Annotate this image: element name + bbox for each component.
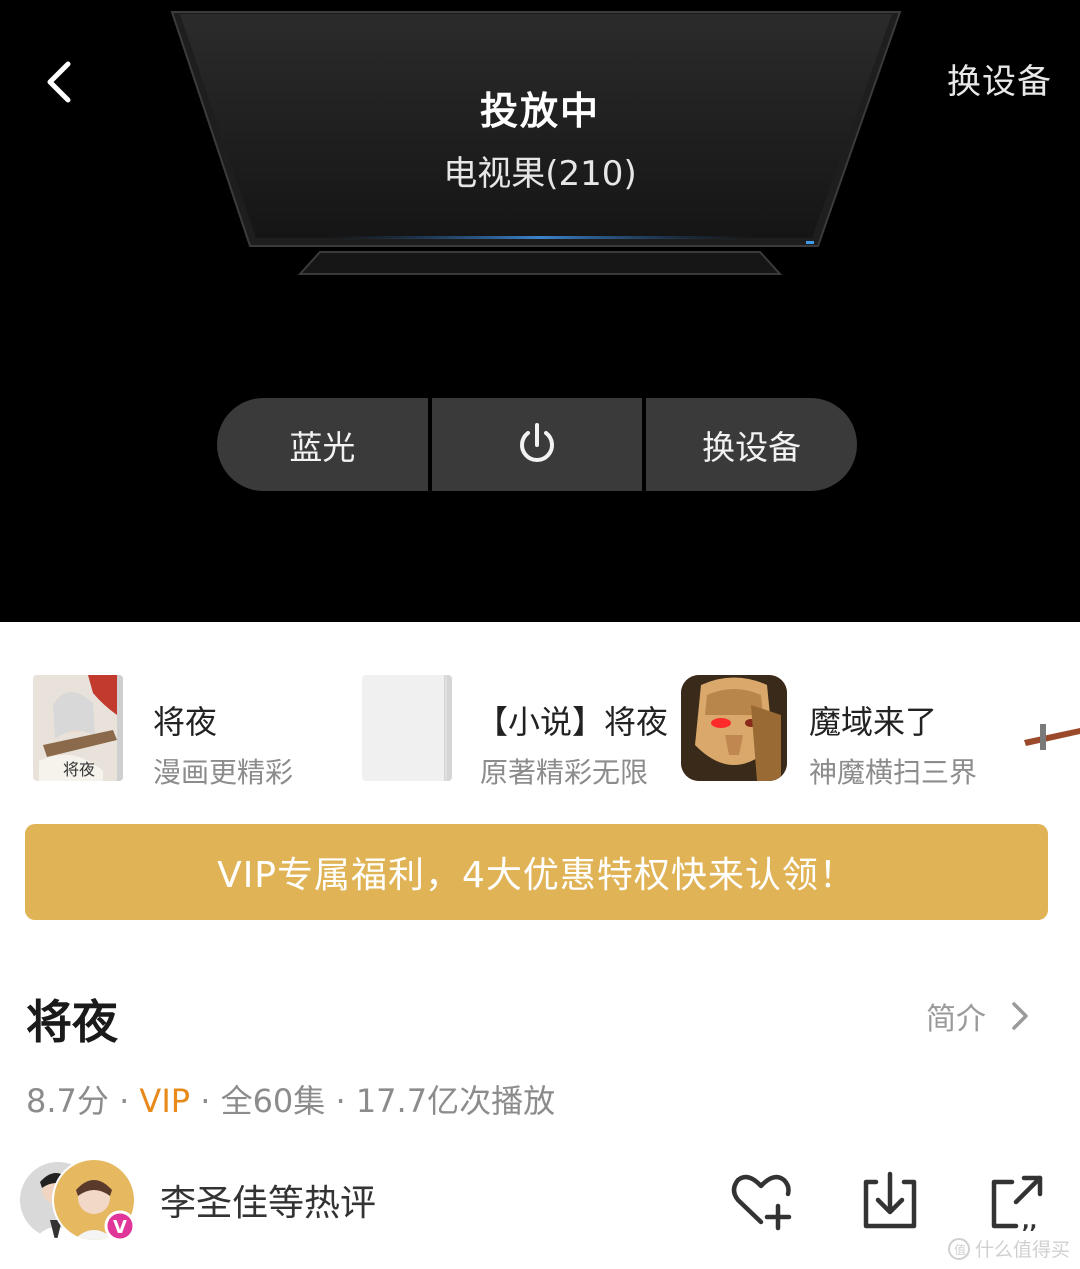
recommendation-subtitle: 漫画更精彩 <box>153 756 294 789</box>
show-title: 将夜 <box>26 995 118 1049</box>
show-meta: 8.7分 · VIP · 全60集 · 17.7亿次播放 <box>26 1082 556 1120</box>
share-icon: ,, <box>991 1175 1043 1233</box>
play-count: 17.7亿次播放 <box>355 1082 556 1120</box>
download-button[interactable] <box>860 1170 924 1232</box>
watermark: 值 什么值得买 <box>947 1235 1070 1262</box>
recommendation-subtitle: 原著精彩无限 <box>480 756 649 789</box>
show-score: 8.7分 <box>26 1082 109 1120</box>
power-button[interactable] <box>431 398 643 491</box>
recommendation-item-comic[interactable]: 将夜 将夜 漫画更精彩 <box>33 675 333 789</box>
vip-tag: VIP <box>139 1082 191 1120</box>
recommendation-title: 魔域来了 <box>809 703 938 741</box>
novel-cover-thumbnail <box>362 675 452 781</box>
game-icon <box>681 675 787 781</box>
favorite-add-icon <box>731 1174 792 1231</box>
recommendation-item-novel[interactable]: 【小说】将夜 原著精彩无限 <box>362 675 672 789</box>
download-icon <box>863 1171 917 1229</box>
recommendation-title: 【小说】将夜 <box>476 703 669 741</box>
share-button[interactable]: ,, <box>988 1170 1052 1233</box>
next-recommendation-thumbnail[interactable] <box>1020 710 1080 760</box>
favorite-button[interactable] <box>728 1170 792 1232</box>
cast-device-name: 电视果(210) <box>443 154 637 194</box>
recommendation-strip: 将夜 将夜 漫画更精彩 【小说】将夜 原著精彩无限 魔域来了 神魔横扫三界 <box>0 660 1080 800</box>
cast-panel: 换设备 投放中 电视果(210) 蓝光 换设备 <box>0 0 1080 622</box>
svg-text:V: V <box>113 1217 127 1238</box>
recommendation-title: 将夜 <box>153 703 218 741</box>
intro-link[interactable]: 简介 <box>926 994 1040 1038</box>
quality-button[interactable]: 蓝光 <box>217 398 428 491</box>
intro-label: 简介 <box>926 1002 986 1037</box>
recommendation-subtitle: 神魔横扫三界 <box>809 756 978 789</box>
episode-count: 全60集 <box>220 1082 326 1120</box>
reviewer-avatars[interactable]: V <box>20 1158 140 1244</box>
hot-reviews-link[interactable]: 李圣佳等热评 <box>160 1174 376 1226</box>
watermark-logo-icon: 值 <box>947 1237 970 1260</box>
svg-text:,,: ,, <box>1022 1209 1037 1232</box>
svg-text:将夜: 将夜 <box>63 760 95 779</box>
power-icon <box>520 422 554 462</box>
recommendation-item-game[interactable]: 魔域来了 神魔横扫三界 <box>681 675 1001 789</box>
cast-status-title: 投放中 <box>479 89 600 133</box>
vip-benefits-banner[interactable]: VIP专属福利，4大优惠特权快来认领！ <box>25 824 1048 920</box>
chevron-right-icon <box>1012 1002 1028 1030</box>
svg-text:值: 值 <box>954 1242 966 1257</box>
switch-device-button[interactable]: 换设备 <box>646 398 857 491</box>
comic-cover-thumbnail: 将夜 <box>33 675 123 781</box>
cast-control-bar: 蓝光 换设备 <box>217 398 857 491</box>
